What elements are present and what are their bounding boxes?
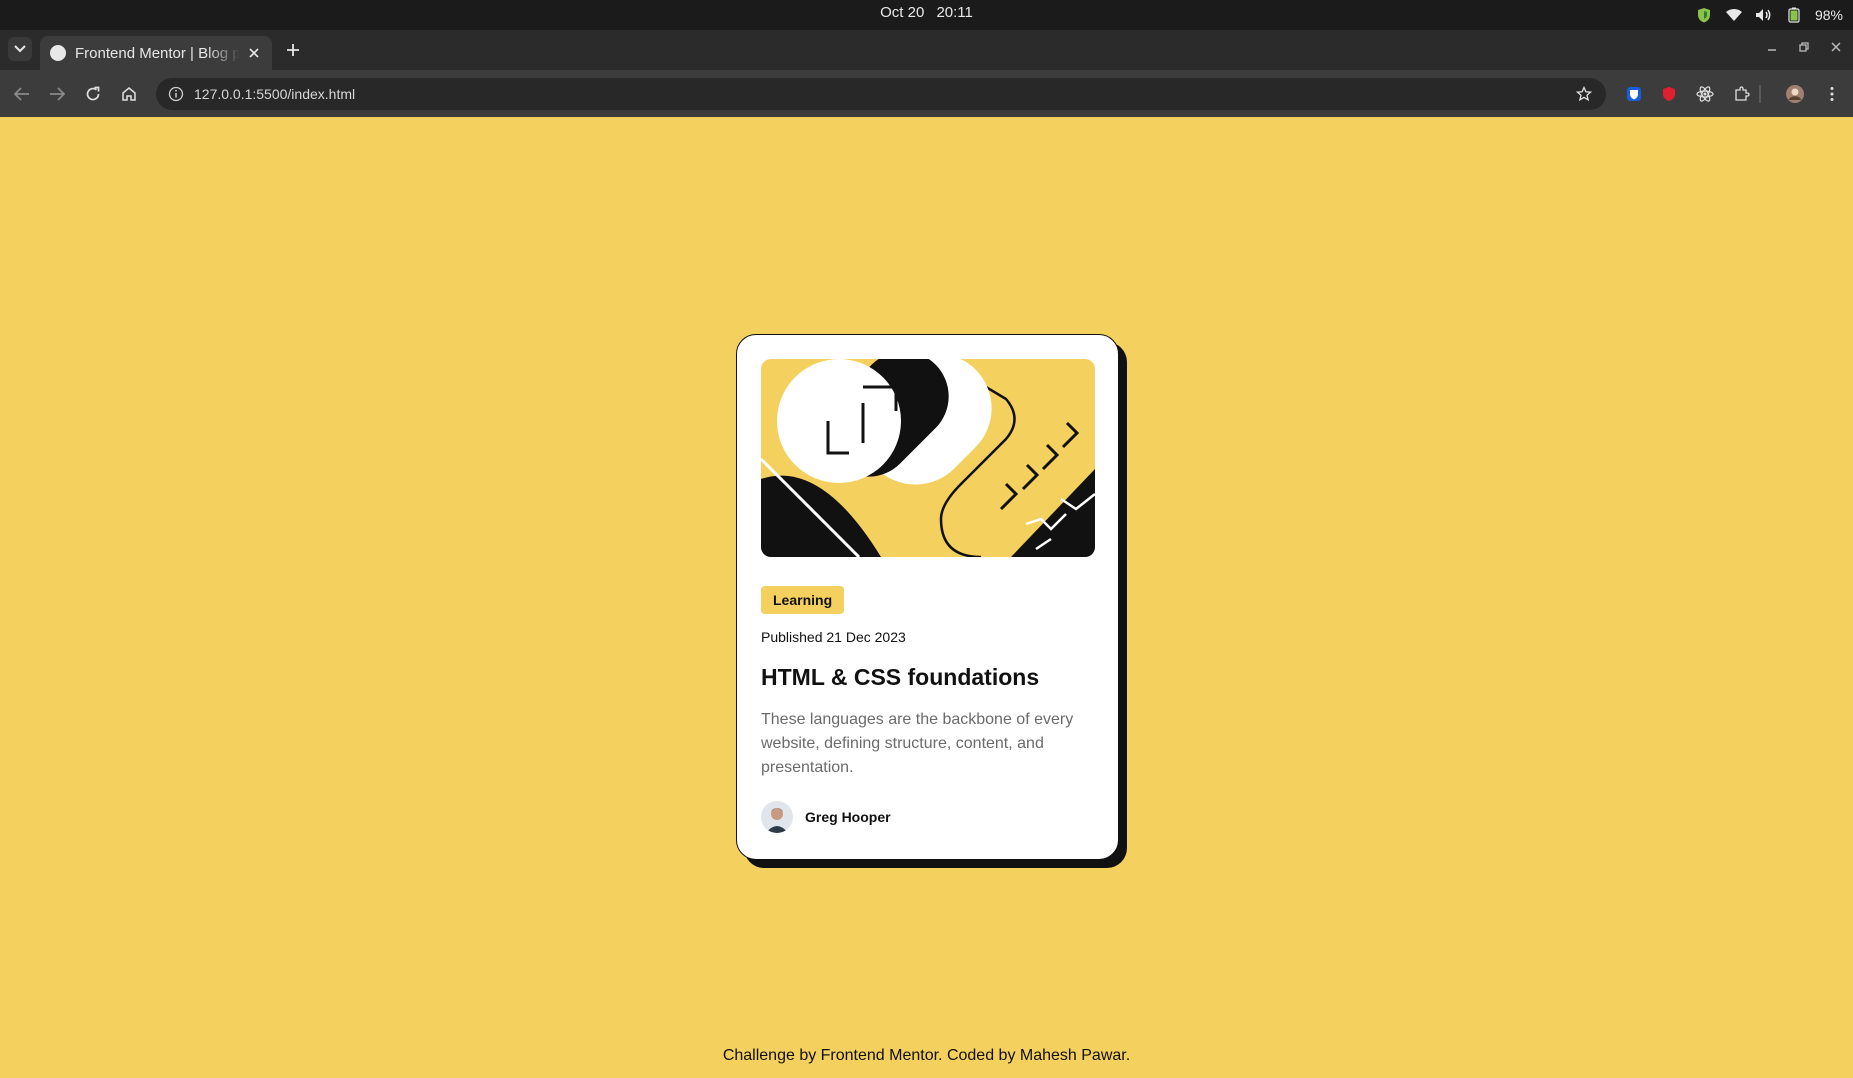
system-tray[interactable]: 98% — [1695, 0, 1843, 30]
kebab-menu-icon — [1830, 87, 1834, 101]
reload-button[interactable] — [81, 82, 105, 106]
wifi-icon[interactable] — [1725, 6, 1743, 24]
author-name: Greg Hooper — [805, 809, 891, 825]
profile-avatar-icon[interactable] — [1783, 82, 1807, 106]
blog-preview-card: Learning Published 21 Dec 2023 HTML & CS… — [736, 334, 1119, 860]
site-info-icon[interactable] — [166, 84, 186, 104]
home-button[interactable] — [117, 82, 141, 106]
blog-card-container: Learning Published 21 Dec 2023 HTML & CS… — [736, 334, 1127, 868]
close-icon — [1831, 42, 1841, 52]
card-description: These languages are the backbone of ever… — [761, 711, 1074, 776]
tab-close-button[interactable] — [246, 45, 262, 61]
tab-title: Frontend Mentor | Blog preview card — [75, 44, 240, 62]
plus-icon — [287, 44, 299, 56]
new-tab-button[interactable] — [282, 39, 304, 61]
favicon-icon — [50, 45, 66, 61]
os-top-bar: Oct 20 20:11 98% — [0, 0, 1853, 30]
home-icon — [122, 87, 136, 101]
browser-toolbar: 127.0.0.1:5500/index.html — [0, 70, 1853, 117]
extension-bitwarden-icon[interactable] — [1622, 82, 1646, 106]
os-time: 20:11 — [936, 4, 973, 21]
url-text[interactable]: 127.0.0.1:5500/index.html — [194, 86, 355, 102]
tab-search-button[interactable] — [8, 37, 32, 61]
close-icon — [249, 48, 259, 58]
card-title[interactable]: HTML & CSS foundations — [761, 664, 1094, 691]
battery-percent: 98% — [1814, 7, 1843, 23]
extension-red-icon[interactable] — [1657, 82, 1681, 106]
restore-button[interactable] — [1795, 38, 1813, 56]
os-clock[interactable]: Oct 20 20:11 — [0, 0, 1853, 30]
arrow-right-icon — [50, 87, 65, 101]
os-date: Oct 20 — [880, 4, 925, 21]
bookmark-star-button[interactable] — [1574, 84, 1594, 104]
browser-menu-button[interactable] — [1820, 82, 1844, 106]
minimize-button[interactable] — [1763, 38, 1781, 56]
avatar — [761, 801, 793, 833]
minimize-icon — [1768, 49, 1776, 51]
shield-icon[interactable] — [1695, 6, 1713, 24]
browser-tab-active[interactable]: Frontend Mentor | Blog preview card — [40, 36, 272, 70]
volume-icon[interactable] — [1755, 6, 1773, 24]
attribution-footer: Challenge by Frontend Mentor. Coded by M… — [722, 1047, 1131, 1064]
back-button[interactable] — [10, 82, 34, 106]
category-tag: Learning — [761, 586, 845, 614]
author-row: Greg Hooper — [761, 801, 1094, 833]
chevron-down-icon — [14, 45, 26, 53]
reload-icon — [86, 86, 100, 101]
address-bar[interactable]: 127.0.0.1:5500/index.html — [156, 78, 1606, 110]
window-controls — [1763, 38, 1845, 56]
browser-tabstrip: Frontend Mentor | Blog preview card — [0, 30, 1853, 70]
arrow-left-icon — [14, 87, 29, 101]
restore-icon — [1799, 42, 1809, 52]
forward-button[interactable] — [45, 82, 69, 106]
published-date: Published 21 Dec 2023 — [761, 629, 906, 645]
close-window-button[interactable] — [1827, 38, 1845, 56]
extension-react-icon[interactable] — [1693, 82, 1717, 106]
blog-illustration-image — [761, 359, 1095, 557]
toolbar-divider — [1759, 85, 1761, 103]
battery-icon[interactable] — [1785, 6, 1803, 24]
extensions-puzzle-icon[interactable] — [1730, 82, 1754, 106]
star-icon — [1576, 86, 1592, 102]
